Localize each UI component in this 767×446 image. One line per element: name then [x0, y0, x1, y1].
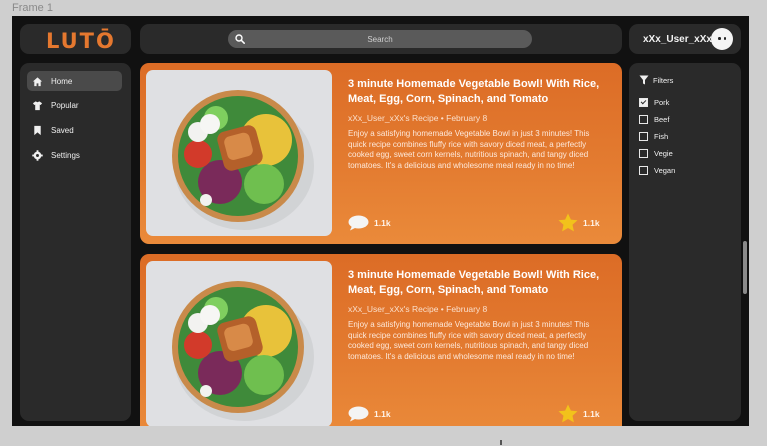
recipe-description: Enjoy a satisfying homemade Vegetable Bo…	[348, 320, 590, 361]
user-panel: xXx_User_xXx	[629, 24, 741, 54]
food-bowl-icon	[172, 90, 314, 230]
comment-icon	[348, 406, 369, 422]
beef-checkbox[interactable]	[639, 115, 648, 124]
filter-icon	[639, 75, 649, 85]
filter-option-label: Pork	[654, 98, 670, 107]
username[interactable]: xXx_User_xXx	[643, 34, 712, 45]
filter-option-beef[interactable]: Beef	[639, 115, 669, 124]
recipe-description: Enjoy a satisfying homemade Vegetable Bo…	[348, 129, 590, 170]
vegan-checkbox[interactable]	[639, 166, 648, 175]
sidebar-item-home[interactable]: Home	[27, 71, 122, 91]
recipe-image[interactable]	[146, 261, 332, 426]
filters-panel: Filters Pork Beef Fish Vegie Vegan	[629, 63, 741, 421]
sidebar-item-label: Popular	[51, 100, 79, 110]
star-count: 1.1k	[583, 217, 600, 228]
pork-checkbox[interactable]	[639, 98, 648, 107]
app-frame: LUTŌ xXx_User_xXx Home Popular	[12, 16, 749, 426]
search-input[interactable]	[228, 30, 532, 48]
logo-panel: LUTŌ	[20, 24, 131, 54]
comment-button[interactable]: 1.1k	[348, 215, 391, 231]
feed: 3 minute Homemade Vegetable Bowl! With R…	[140, 63, 622, 426]
vegie-checkbox[interactable]	[639, 149, 648, 158]
recipe-card[interactable]: 3 minute Homemade Vegetable Bowl! With R…	[140, 254, 622, 426]
star-icon	[558, 213, 578, 232]
sidebar-item-label: Settings	[51, 150, 80, 160]
star-icon	[558, 404, 578, 423]
avatar-eye-icon	[723, 37, 726, 40]
filter-option-label: Beef	[654, 115, 670, 124]
sidebar: Home Popular Saved Settings	[20, 63, 131, 421]
recipe-image[interactable]	[146, 70, 332, 236]
star-button[interactable]: 1.1k	[558, 404, 600, 423]
star-count: 1.1k	[583, 408, 600, 419]
cursor-marker	[500, 440, 502, 445]
filters-header[interactable]: Filters	[639, 75, 673, 85]
filter-option-label: Vegie	[654, 149, 673, 158]
sidebar-item-settings[interactable]: Settings	[27, 145, 122, 165]
filter-option-label: Vegan	[654, 166, 676, 175]
filter-option-pork[interactable]: Pork	[639, 98, 669, 107]
sidebar-item-saved[interactable]: Saved	[27, 120, 122, 140]
recipe-meta: xXx_User_xXx's Recipe • February 8	[348, 113, 488, 123]
filter-option-vegan[interactable]: Vegan	[639, 166, 675, 175]
avatar-eye-icon	[718, 37, 721, 40]
recipe-title[interactable]: 3 minute Homemade Vegetable Bowl! With R…	[348, 268, 610, 298]
bookmark-icon	[34, 125, 41, 135]
gear-icon	[32, 149, 43, 161]
filter-option-vegie[interactable]: Vegie	[639, 149, 673, 158]
home-icon	[32, 76, 43, 86]
app-logo[interactable]: LUTŌ	[46, 29, 116, 53]
sidebar-item-popular[interactable]: Popular	[27, 95, 122, 115]
frame-label: Frame 1	[12, 2, 53, 14]
star-button[interactable]: 1.1k	[558, 213, 600, 232]
food-bowl-icon	[172, 281, 314, 421]
comment-button[interactable]: 1.1k	[348, 406, 391, 422]
avatar[interactable]	[711, 28, 733, 50]
recipe-meta: xXx_User_xXx's Recipe • February 8	[348, 304, 488, 314]
filter-option-fish[interactable]: Fish	[639, 132, 668, 141]
comment-count: 1.1k	[374, 409, 391, 419]
sidebar-item-label: Home	[51, 76, 73, 86]
filter-option-label: Fish	[654, 132, 669, 141]
shirt-icon	[32, 100, 43, 110]
recipe-card[interactable]: 3 minute Homemade Vegetable Bowl! With R…	[140, 63, 622, 244]
search-panel	[140, 24, 622, 54]
sidebar-item-label: Saved	[51, 125, 74, 135]
fish-checkbox[interactable]	[639, 132, 648, 141]
search-icon	[235, 34, 245, 44]
filters-title: Filters	[653, 75, 674, 85]
comment-icon	[348, 215, 369, 231]
recipe-title[interactable]: 3 minute Homemade Vegetable Bowl! With R…	[348, 77, 610, 107]
scrollbar-thumb[interactable]	[743, 241, 747, 294]
comment-count: 1.1k	[374, 218, 391, 228]
